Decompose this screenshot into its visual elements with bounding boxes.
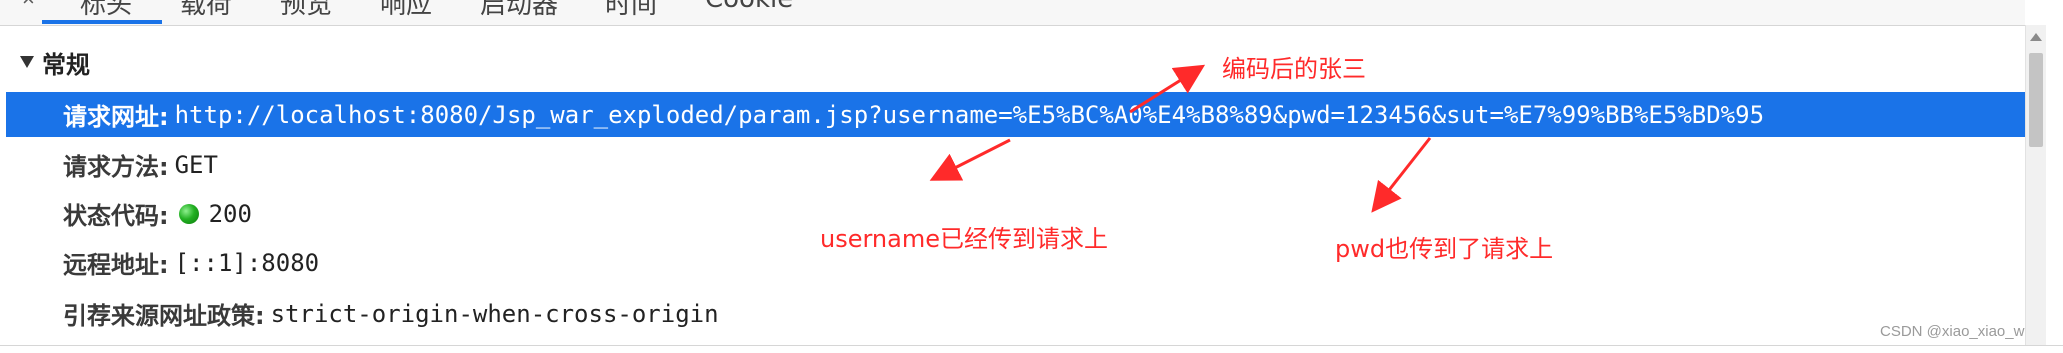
username-note: username已经传到请求上: [820, 225, 1108, 253]
username-arrow: [929, 138, 1011, 181]
pwd-arrow: [1371, 137, 1432, 213]
watermark: CSDN @xiao_xiao_w: [1880, 323, 2025, 340]
encoded-name-arrow: [1129, 64, 1206, 114]
pwd-note: pwd也传到了请求上: [1335, 235, 1554, 263]
annotation-arrows: [929, 64, 1432, 213]
encoded-name-note: 编码后的张三: [1222, 55, 1366, 83]
